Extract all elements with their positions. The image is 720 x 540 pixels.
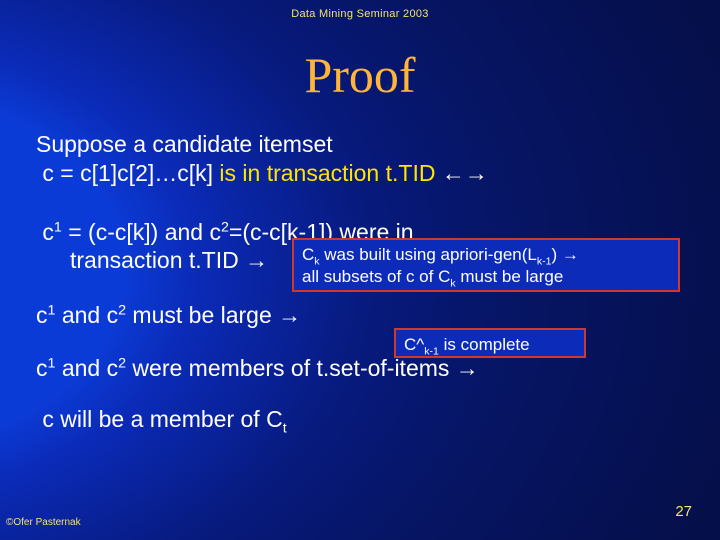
p4-post: were members of t.set-of-items → <box>126 355 479 381</box>
paragraph-1: Suppose a candidate itemset c = c[1]c[2]… <box>36 130 696 188</box>
box1-l1-mid: was built using apriori-gen(L <box>320 245 537 264</box>
p2-sup2: 2 <box>221 219 229 235</box>
p2-c1: c <box>42 219 54 245</box>
box1-l1-post: ) → <box>552 245 579 264</box>
slide-title: Proof <box>0 46 720 104</box>
callout-box-1: Ck was built using apriori-gen(Lk-1) → a… <box>292 238 680 292</box>
footer-copyright: ©Ofer Pasternak <box>6 517 81 528</box>
box1-l1-pre: C <box>302 245 314 264</box>
p2-sup1: 1 <box>54 219 62 235</box>
p3-mid: and c <box>55 302 118 328</box>
p3-sup2: 2 <box>118 302 126 318</box>
page-number: 27 <box>675 503 692 520</box>
p3-c1: c <box>36 302 48 328</box>
paragraph-3: c1 and c2 must be large → <box>36 301 696 330</box>
seminar-header: Data Mining Seminar 2003 <box>0 8 720 20</box>
p1-line2-pre: c = c[1]c[2]…c[k] <box>42 160 219 186</box>
callout-box-2: C^k-1 is complete <box>394 328 586 358</box>
box1-l1-sub2: k-1 <box>537 255 552 267</box>
p4-mid: and c <box>55 355 118 381</box>
box2-post: is complete <box>439 335 530 354</box>
p1-highlight: is in transaction t.TID <box>219 160 435 186</box>
p3-post: must be large → <box>126 302 301 328</box>
box2-sub: k-1 <box>424 345 439 357</box>
p1-line1: Suppose a candidate itemset <box>36 131 333 157</box>
paragraph-4: c1 and c2 were members of t.set-of-items… <box>36 354 696 383</box>
p5-pre: c will be a member of C <box>42 406 282 432</box>
p4-c1: c <box>36 355 48 381</box>
p1-arrow: ←→ <box>435 160 487 186</box>
p2-mid: = (c-c[k]) and c <box>62 219 221 245</box>
box2-pre: C^ <box>404 335 424 354</box>
p5-sub: t <box>283 420 287 436</box>
p4-sup2: 2 <box>118 355 126 371</box>
paragraph-5: c will be a member of Ct <box>36 405 696 434</box>
box1-l2-post: must be large <box>456 267 564 286</box>
box1-l2-pre: all subsets of c of C <box>302 267 450 286</box>
